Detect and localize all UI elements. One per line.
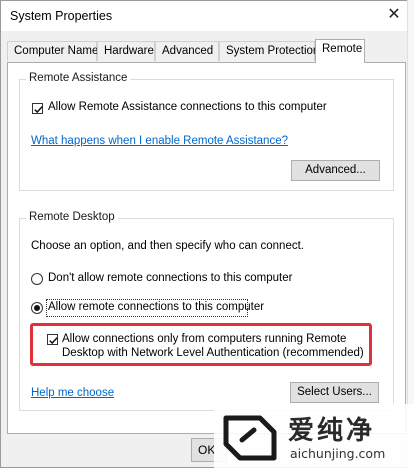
watermark-url: aichunjing.com bbox=[290, 446, 386, 461]
background-window-edge bbox=[407, 0, 414, 468]
select-users-button[interactable]: Select Users... bbox=[290, 382, 379, 403]
radio-selected-dot bbox=[34, 305, 40, 311]
remote-assistance-help-link[interactable]: What happens when I enable Remote Assist… bbox=[31, 135, 288, 147]
remote-desktop-instruction: Choose an option, and then specify who c… bbox=[31, 240, 304, 252]
nla-checkbox[interactable] bbox=[47, 334, 58, 345]
watermark-text: 爱纯净 bbox=[288, 416, 376, 446]
tab-advanced[interactable]: Advanced bbox=[155, 41, 219, 61]
allow-remote-assistance-checkbox[interactable] bbox=[32, 103, 43, 114]
title-bar[interactable]: System Properties ✕ bbox=[1, 1, 412, 31]
watermark-logo-icon bbox=[223, 415, 277, 461]
remote-desktop-group: Remote Desktop Choose an option, and the… bbox=[19, 211, 394, 411]
remote-assistance-title: Remote Assistance bbox=[26, 72, 131, 84]
remote-desktop-title: Remote Desktop bbox=[26, 211, 118, 223]
checkmark-icon bbox=[34, 106, 43, 114]
remote-assistance-group: Remote Assistance Allow Remote Assistanc… bbox=[19, 72, 394, 191]
close-icon[interactable]: ✕ bbox=[382, 4, 406, 26]
nla-label-line1[interactable]: Allow connections only from computers ru… bbox=[62, 333, 346, 345]
dont-allow-label[interactable]: Don't allow remote connections to this c… bbox=[48, 272, 292, 284]
help-me-choose-link[interactable]: Help me choose bbox=[31, 387, 114, 399]
system-properties-window: System Properties ✕ Computer Name Hardwa… bbox=[0, 0, 413, 468]
tab-remote[interactable]: Remote bbox=[315, 39, 365, 63]
tab-hardware[interactable]: Hardware bbox=[97, 41, 155, 61]
advanced-button[interactable]: Advanced... bbox=[291, 160, 380, 181]
allow-remote-radio[interactable] bbox=[31, 302, 43, 314]
nla-label-line2[interactable]: Desktop with Network Level Authenticatio… bbox=[62, 347, 364, 359]
allow-remote-label[interactable]: Allow remote connections to this compute… bbox=[48, 301, 264, 313]
remote-tab-panel: Remote Assistance Allow Remote Assistanc… bbox=[7, 62, 406, 434]
tab-system-protection[interactable]: System Protection bbox=[219, 41, 319, 61]
checkmark-icon bbox=[49, 337, 58, 345]
allow-remote-assistance-label[interactable]: Allow Remote Assistance connections to t… bbox=[48, 101, 327, 113]
tab-computer-name[interactable]: Computer Name bbox=[7, 41, 98, 61]
site-watermark: 爱纯净 aichunjing.com bbox=[214, 404, 414, 468]
window-title: System Properties bbox=[10, 9, 113, 23]
dont-allow-radio[interactable] bbox=[31, 273, 43, 285]
